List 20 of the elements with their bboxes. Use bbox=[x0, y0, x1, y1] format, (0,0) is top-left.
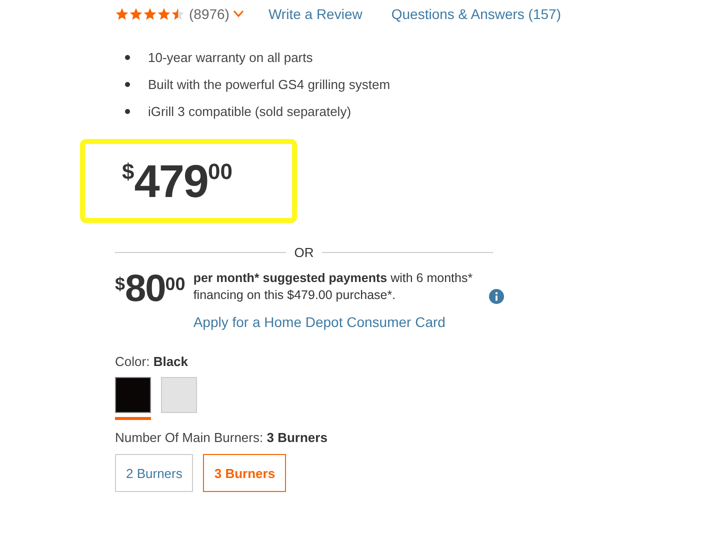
burners-label: Number Of Main Burners: 3 Burners bbox=[115, 430, 328, 445]
color-swatch[interactable] bbox=[115, 377, 151, 413]
info-icon[interactable] bbox=[489, 289, 504, 304]
color-label: Color: Black bbox=[115, 354, 190, 369]
burner-option-button[interactable]: 2 Burners bbox=[115, 454, 194, 492]
feature-text: 10-year warranty on all parts bbox=[148, 50, 313, 65]
apply-card-link[interactable]: Apply for a Home Depot Consumer Card bbox=[193, 314, 504, 330]
color-swatch[interactable] bbox=[161, 377, 197, 413]
burner-option-button[interactable]: 3 Burners bbox=[203, 454, 286, 492]
feature-text: iGrill 3 compatible (sold separately) bbox=[148, 104, 352, 119]
or-label: OR bbox=[294, 245, 314, 260]
feature-text: Built with the powerful GS4 grilling system bbox=[148, 77, 390, 92]
bullet-icon bbox=[125, 82, 130, 87]
financing-text: per month* suggested payments with 6 months* financing on this $479.00 purchase*. bbox=[193, 270, 474, 304]
review-link[interactable]: Questions & Answers (157) bbox=[391, 6, 561, 22]
review-count: (8976) bbox=[189, 6, 230, 22]
bullet-icon bbox=[125, 109, 130, 114]
chevron-down-icon[interactable] bbox=[233, 10, 244, 18]
review-link[interactable]: Write a Review bbox=[268, 6, 362, 22]
bullet-icon bbox=[125, 55, 130, 60]
